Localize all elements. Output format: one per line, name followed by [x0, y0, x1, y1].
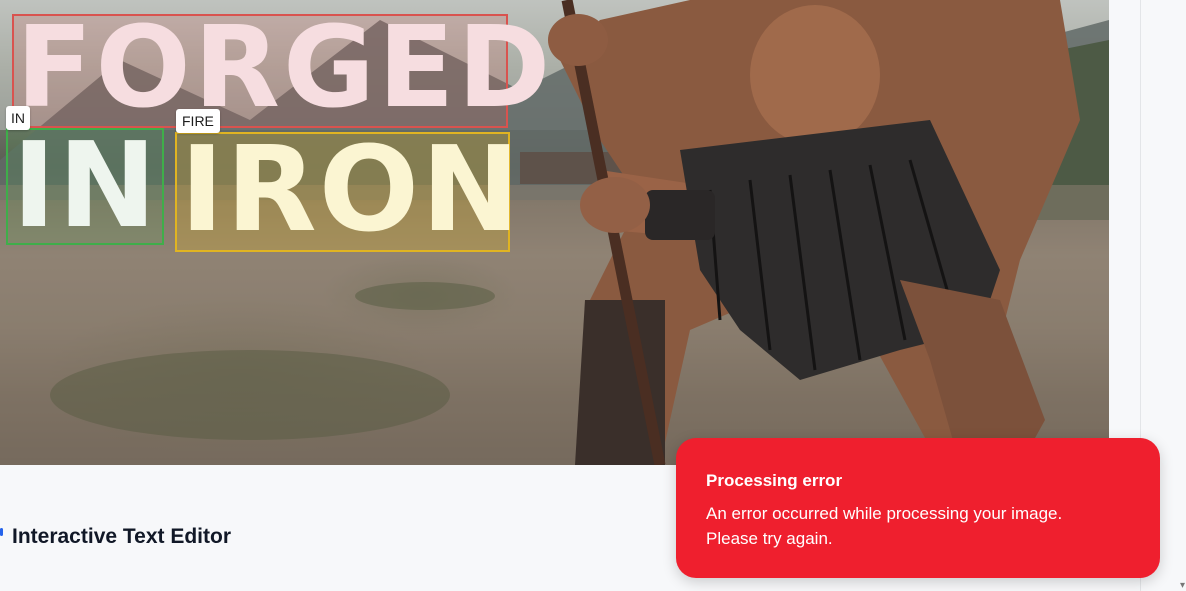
detected-text-forged: FORGED — [16, 3, 554, 133]
detected-text-iron: IRON — [180, 120, 522, 258]
section-accent-bar — [0, 528, 3, 536]
error-toast[interactable]: Processing error An error occurred while… — [676, 438, 1160, 578]
scroll-arrow-icon[interactable]: ▾ — [1180, 580, 1186, 591]
section-title: Interactive Text Editor — [12, 525, 232, 548]
toast-title: Processing error — [706, 471, 843, 490]
detected-text-in: IN — [12, 116, 159, 254]
app-page: FORGED IN IRON IN FIRE ▾ Interactive Tex… — [0, 0, 1186, 591]
detection-label-fire: FIRE — [176, 109, 220, 133]
toast-message: An error occurred while processing your … — [706, 504, 1063, 548]
detection-label-in: IN — [6, 106, 30, 130]
image-preview[interactable]: FORGED IN IRON IN FIRE — [0, 0, 1109, 465]
